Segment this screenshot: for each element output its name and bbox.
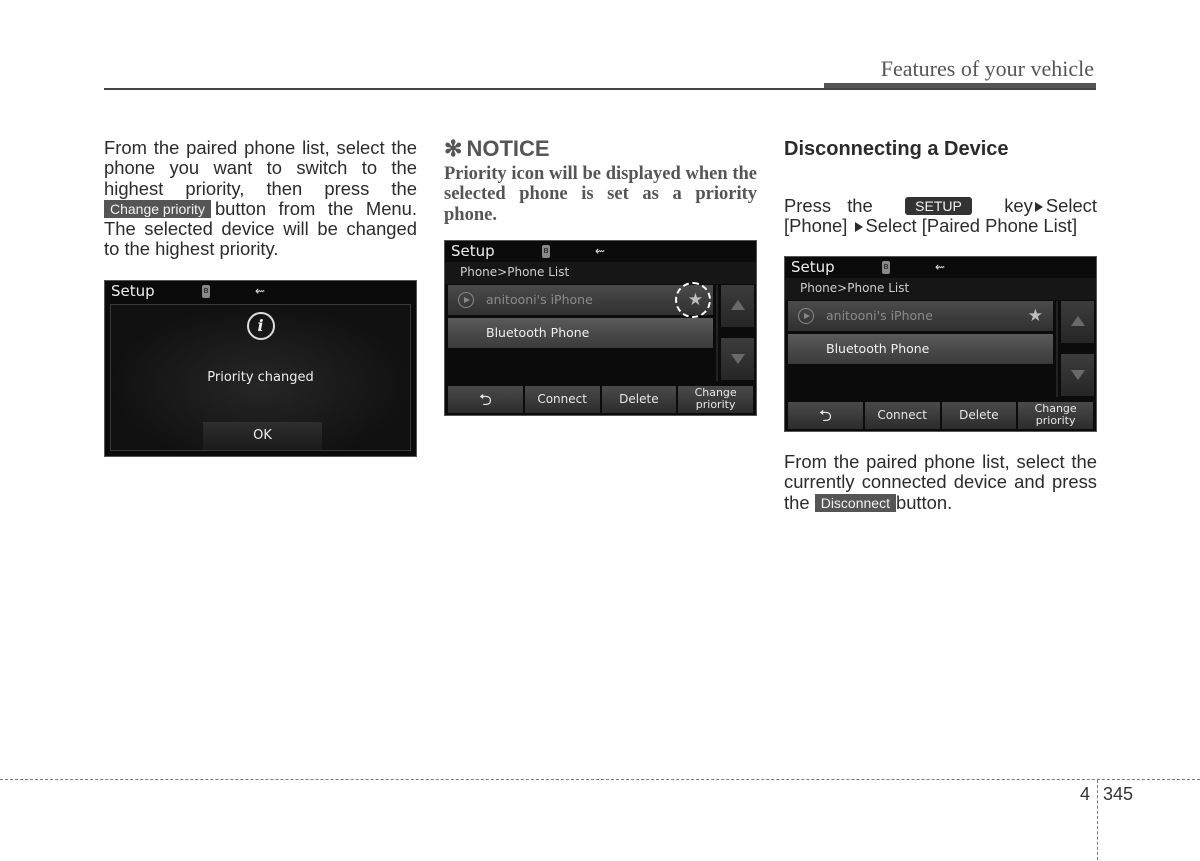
scroll-up-button[interactable] <box>721 285 754 327</box>
connect-button[interactable]: Connect <box>864 402 940 429</box>
back-icon: ⮌ <box>478 390 492 409</box>
phone-list-item[interactable]: anitooni's iPhone ★ <box>788 301 1053 331</box>
breadcrumb: Phone>Phone List <box>800 281 910 295</box>
footer-rule <box>0 779 1200 780</box>
dialog-message: Priority changed <box>207 370 314 385</box>
bluetooth-icon: ʙ <box>542 245 550 258</box>
delete-button[interactable]: Delete <box>941 402 1017 429</box>
phone-list-screen: Setup ʙ ⇜ Phone>Phone List anitooni's iP… <box>784 256 1097 432</box>
bluetooth-icon: ʙ <box>882 261 890 274</box>
column-disconnect: Disconnecting a Device Press the SETUP k… <box>784 138 1097 237</box>
play-icon <box>798 308 814 324</box>
change-priority-button[interactable]: Change priority <box>678 386 753 413</box>
info-icon: i <box>246 312 275 340</box>
ok-button[interactable]: OK <box>203 422 322 450</box>
disconnect-steps: Press the SETUP key Select [Phone] Select… <box>784 195 1097 237</box>
notice-asterisk-icon: ✻ <box>444 136 463 161</box>
priority-star-icon: ★ <box>687 290 703 310</box>
scroll-up-button[interactable] <box>1061 301 1094 343</box>
usb-icon: ⇜ <box>255 284 266 298</box>
disconnect-paragraph: From the paired phone list, select the c… <box>784 451 1097 513</box>
phone-list-item[interactable]: Bluetooth Phone <box>448 318 713 348</box>
back-icon: ⮌ <box>818 406 832 425</box>
screen-title: Setup <box>111 282 155 300</box>
play-icon <box>458 292 474 308</box>
column-change-priority: From the paired phone list, select the p… <box>104 137 417 260</box>
usb-icon: ⇜ <box>935 260 946 274</box>
setup-key: SETUP <box>905 197 972 215</box>
change-priority-button-ref: Change priority <box>104 199 211 218</box>
screen-title: Setup <box>791 258 835 276</box>
phone-list-item[interactable]: Bluetooth Phone <box>788 334 1053 364</box>
change-priority-paragraph: From the paired phone list, select the p… <box>104 137 417 260</box>
notice-heading: ✻ NOTICE <box>444 136 550 161</box>
back-button[interactable]: ⮌ <box>448 386 523 413</box>
disconnect-button-ref: Disconnect <box>814 493 896 512</box>
connect-button[interactable]: Connect <box>524 386 600 413</box>
button-bar: ⮌ Connect Delete Change priority <box>448 386 753 413</box>
footer-divider <box>1097 780 1098 860</box>
disconnect-paragraph-block: From the paired phone list, select the c… <box>784 451 1097 513</box>
screen-title: Setup <box>451 242 495 260</box>
scroll-down-button[interactable] <box>721 338 754 380</box>
header-rule <box>104 88 1096 90</box>
priority-dialog: i Priority changed OK <box>110 304 411 451</box>
page-number: 345 <box>1103 784 1134 804</box>
usb-icon: ⇜ <box>595 244 606 258</box>
back-button[interactable]: ⮌ <box>788 402 863 429</box>
bluetooth-icon: ʙ <box>202 285 210 298</box>
arrow-up-icon <box>1071 316 1085 326</box>
breadcrumb: Phone>Phone List <box>460 265 570 279</box>
chapter-number: 4 <box>1080 784 1091 804</box>
delete-button[interactable]: Delete <box>601 386 677 413</box>
phone-list-screen-priority: Setup ʙ ⇜ Phone>Phone List anitooni's iP… <box>444 240 757 416</box>
arrow-right-icon <box>1034 201 1043 212</box>
button-bar: ⮌ Connect Delete Change priority <box>788 402 1093 429</box>
scroll-down-button[interactable] <box>1061 354 1094 396</box>
arrow-right-icon <box>854 221 863 232</box>
column-notice: ✻ NOTICE Priority icon will be displayed … <box>444 136 757 225</box>
phone-list-item[interactable]: anitooni's iPhone ★ <box>448 282 713 318</box>
priority-changed-screen: Setup ʙ ⇜ i Priority changed OK <box>104 280 417 457</box>
arrow-down-icon <box>1071 370 1085 380</box>
notice-body: Priority icon will be displayed when the… <box>444 164 757 225</box>
arrow-up-icon <box>731 300 745 310</box>
priority-star-icon: ★ <box>1027 306 1043 326</box>
section-title: Features of your vehicle <box>880 56 1094 81</box>
change-priority-button[interactable]: Change priority <box>1018 402 1093 429</box>
arrow-down-icon <box>731 354 745 364</box>
section-heading: Disconnecting a Device <box>784 138 1009 160</box>
